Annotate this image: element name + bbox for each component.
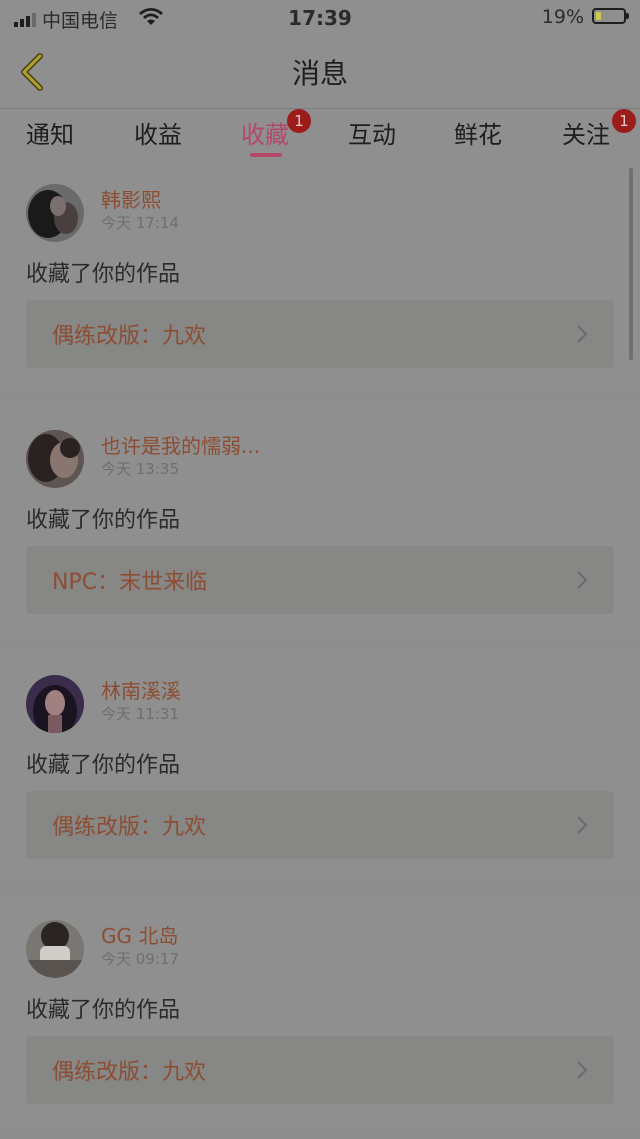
tab-badge: 1 xyxy=(287,109,311,133)
chevron-right-icon xyxy=(577,325,588,343)
active-tab-indicator xyxy=(250,153,282,157)
status-bar: 中国电信 17:39 19% xyxy=(0,0,640,36)
work-title: NPC：末世来临 xyxy=(52,570,208,595)
battery-icon xyxy=(592,8,629,24)
chevron-right-icon xyxy=(577,816,588,834)
message-card: 也许是我的懦弱... 今天 13:35 收藏了你的作品 NPC：末世来临 xyxy=(0,406,640,634)
work-link[interactable]: 偶练改版：九欢 xyxy=(26,791,614,859)
nav-bar: 消息 xyxy=(0,36,640,109)
message-time: 今天 11:31 xyxy=(101,705,179,723)
message-time: 今天 13:35 xyxy=(101,460,179,478)
tab-badge: 1 xyxy=(612,109,636,133)
avatar[interactable] xyxy=(26,920,84,978)
tab-label: 互动 xyxy=(348,121,396,149)
work-link[interactable]: 偶练改版：九欢 xyxy=(26,1036,614,1104)
tab-interactions[interactable]: 互动 xyxy=(348,115,396,150)
username[interactable]: 韩影熙 xyxy=(101,184,161,213)
tab-favorites[interactable]: 收藏 1 xyxy=(241,109,311,150)
tab-flowers[interactable]: 鲜花 xyxy=(454,115,502,150)
message-action: 收藏了你的作品 xyxy=(26,998,181,1023)
tab-label: 通知 xyxy=(26,121,74,149)
avatar[interactable] xyxy=(26,675,84,733)
battery-percent: 19% xyxy=(541,6,584,28)
work-link[interactable]: NPC：末世来临 xyxy=(26,546,614,614)
message-card: GG 北岛 今天 09:17 收藏了你的作品 偶练改版：九欢 xyxy=(0,896,640,1124)
work-link[interactable]: 偶练改版：九欢 xyxy=(26,300,614,368)
tab-follows[interactable]: 关注 1 xyxy=(562,109,636,150)
tab-earnings[interactable]: 收益 xyxy=(134,115,182,150)
tab-label: 关注 xyxy=(562,121,610,149)
username[interactable]: 也许是我的懦弱... xyxy=(101,430,260,459)
message-time: 今天 09:17 xyxy=(101,950,179,968)
message-action: 收藏了你的作品 xyxy=(26,753,181,778)
message-time: 今天 17:14 xyxy=(101,214,179,232)
tab-label: 鲜花 xyxy=(454,121,502,149)
tab-label: 收藏 xyxy=(241,121,289,149)
scrollbar[interactable] xyxy=(629,168,633,360)
avatar[interactable] xyxy=(26,184,84,242)
tab-bar: 通知 收益 收藏 1 互动 鲜花 关注 1 xyxy=(0,109,640,159)
work-title: 偶练改版：九欢 xyxy=(52,815,207,840)
work-title: 偶练改版：九欢 xyxy=(52,324,207,349)
message-action: 收藏了你的作品 xyxy=(26,508,181,533)
work-title: 偶练改版：九欢 xyxy=(52,1060,207,1085)
chevron-right-icon xyxy=(577,571,588,589)
chevron-right-icon xyxy=(577,1061,588,1079)
message-card: 林南溪溪 今天 11:31 收藏了你的作品 偶练改版：九欢 xyxy=(0,651,640,879)
username[interactable]: GG 北岛 xyxy=(101,920,178,949)
tab-label: 收益 xyxy=(134,121,182,149)
page-title: 消息 xyxy=(291,57,348,90)
avatar[interactable] xyxy=(26,430,84,488)
username[interactable]: 林南溪溪 xyxy=(101,675,181,704)
message-action: 收藏了你的作品 xyxy=(26,262,181,287)
message-card: 韩影熙 今天 17:14 收藏了你的作品 偶练改版：九欢 xyxy=(0,160,640,388)
tab-notifications[interactable]: 通知 xyxy=(26,115,74,150)
